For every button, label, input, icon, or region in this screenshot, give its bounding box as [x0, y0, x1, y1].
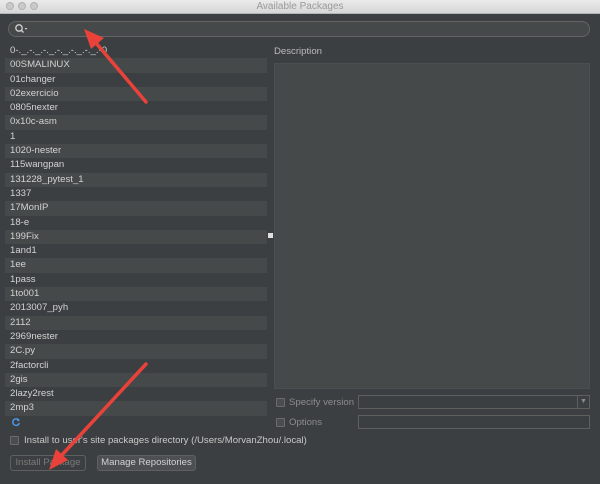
install-package-button[interactable]: Install Package [10, 455, 86, 471]
user-site-label: Install to user's site packages director… [24, 435, 307, 446]
list-item[interactable]: 199Fix [5, 229, 267, 245]
list-item[interactable]: 18-e [5, 216, 267, 230]
list-item[interactable]: 2factorcli [5, 359, 267, 373]
options-checkbox[interactable] [276, 418, 285, 427]
list-item[interactable]: 1ee [5, 258, 267, 273]
list-item[interactable]: 1to001 [5, 287, 267, 302]
list-item[interactable]: 115wangpan [5, 158, 267, 172]
list-item[interactable]: 02exercicio [5, 86, 267, 102]
list-item[interactable]: 0x10c-asm [5, 115, 267, 130]
list-item[interactable]: 2C.py [5, 344, 267, 359]
list-item[interactable]: 1pass [5, 273, 267, 287]
splitter-handle[interactable] [268, 233, 273, 238]
list-item[interactable]: 131228_pytest_1 [5, 172, 267, 187]
search-icon[interactable] [14, 23, 28, 35]
options-field[interactable] [358, 415, 590, 429]
list-item[interactable]: 00SMALINUX [5, 58, 267, 73]
list-item[interactable]: 2969nester [5, 330, 267, 344]
list-item[interactable]: 0-._.-._.-._.-._.-._.-._.-0 [5, 44, 267, 58]
description-panel [274, 63, 590, 389]
list-item[interactable]: 2lazy2rest [5, 387, 267, 401]
specify-version-checkbox[interactable] [276, 398, 285, 407]
list-item[interactable]: 1337 [5, 187, 267, 201]
user-site-checkbox[interactable] [10, 436, 19, 445]
manage-repositories-button[interactable]: Manage Repositories [97, 455, 196, 471]
list-item[interactable]: 0805nexter [5, 101, 267, 115]
options-label: Options [289, 417, 323, 428]
version-select[interactable]: ▼ [358, 395, 590, 409]
title-bar: Available Packages [0, 0, 600, 14]
list-item[interactable]: 2gis [5, 372, 267, 388]
list-item[interactable]: 1and1 [5, 244, 267, 258]
package-list[interactable]: 0-._.-._.-._.-._.-._.-._.-0 00SMALINUX 01c… [5, 44, 267, 429]
list-item[interactable]: 01changer [5, 73, 267, 87]
chevron-down-icon[interactable]: ▼ [577, 396, 589, 408]
search-input[interactable] [8, 21, 590, 37]
list-item[interactable]: 17MonIP [5, 201, 267, 216]
list-item[interactable]: 1 [5, 130, 267, 144]
specify-version-label: Specify version [289, 397, 355, 408]
list-item[interactable]: 2013007_pyh [5, 301, 267, 315]
list-item[interactable]: 2mp3 [5, 401, 267, 416]
window-title: Available Packages [256, 1, 344, 12]
reload-icon[interactable] [11, 417, 21, 427]
description-label: Description [274, 46, 322, 57]
list-item[interactable]: 1020-nester [5, 144, 267, 159]
list-item[interactable]: 2112 [5, 315, 267, 330]
